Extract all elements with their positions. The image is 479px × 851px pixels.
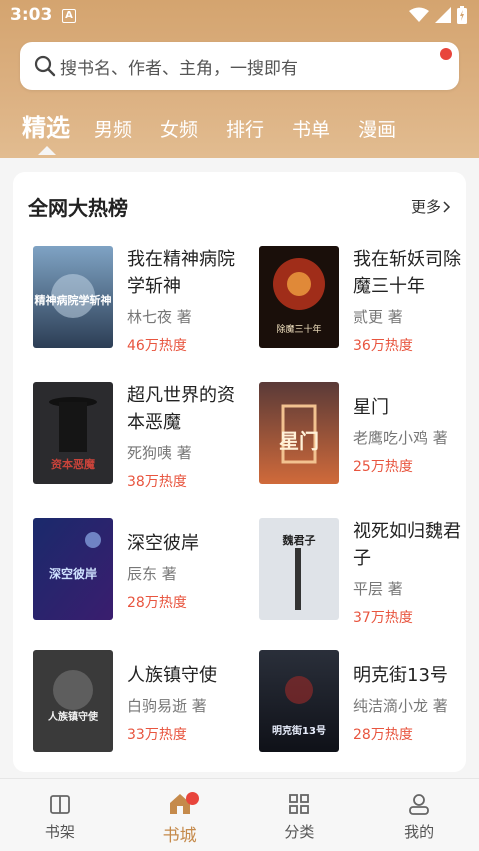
book-author: 老鹰吃小鸡 著: [353, 429, 448, 447]
book-title: 我在精神病院学斩神: [127, 249, 235, 297]
book-author: 纯洁滴小龙 著: [353, 697, 448, 715]
book-author: 林七夜 著: [127, 308, 192, 326]
book-item[interactable]: 精神病院学斩神 我在精神病院学斩神 林七夜 著 46万热度: [33, 246, 248, 356]
more-label: 更多: [410, 198, 441, 216]
grid-icon: [289, 794, 310, 814]
card-title: 全网大热榜: [28, 196, 128, 220]
book-title: 超凡世界的资本恶魔: [127, 385, 235, 433]
book-cover: 资本恶魔: [33, 382, 113, 484]
book-item[interactable]: 除魔三十年 我在斩妖司除魔三十年 贰更 著 36万热度: [259, 246, 474, 356]
book-info: 我在斩妖司除魔三十年 贰更 著 36万热度: [353, 246, 478, 355]
svg-text:除魔三十年: 除魔三十年: [276, 323, 321, 335]
book-author: 死狗咦 著: [127, 444, 192, 462]
book-heat: 28万热度: [353, 727, 413, 743]
search-placeholder: 搜书名、作者、主角，一搜即有: [60, 58, 298, 79]
tab-featured[interactable]: 精选: [22, 108, 70, 143]
book-item[interactable]: 资本恶魔 超凡世界的资本恶魔 死狗咦 著 38万热度: [33, 382, 248, 492]
system-icons: [409, 6, 467, 24]
bottom-navigation: 书架 书城 分类 我的: [0, 778, 479, 851]
nav-bookshelf[interactable]: 书架: [0, 779, 120, 851]
book-info: 人族镇守使 白驹易逝 著 33万热度: [127, 650, 252, 744]
book-author: 白驹易逝 著: [127, 697, 207, 715]
book-heat: 28万热度: [127, 595, 187, 611]
book-title: 明克街13号: [353, 665, 448, 686]
nav-bookstore-label: 书城: [162, 826, 197, 846]
book-info: 视死如归魏君子 平层 著 37万热度: [353, 518, 478, 627]
tab-female[interactable]: 女频: [160, 115, 198, 142]
book-cover: 人族镇守使: [33, 650, 113, 752]
nav-category-label: 分类: [284, 823, 315, 841]
svg-text:星门: 星门: [279, 429, 319, 453]
book-heat: 38万热度: [127, 474, 187, 490]
book-title: 深空彼岸: [127, 533, 199, 554]
book-item[interactable]: 明克街13号 明克街13号 纯洁滴小龙 著 28万热度: [259, 650, 474, 760]
book-info: 星门 老鹰吃小鸡 著 25万热度: [353, 382, 478, 476]
book-heat: 33万热度: [127, 727, 187, 743]
book-item[interactable]: 星门 星门 老鹰吃小鸡 著 25万热度: [259, 382, 474, 492]
book-title: 我在斩妖司除魔三十年: [353, 249, 461, 297]
svg-text:深空彼岸: 深空彼岸: [49, 566, 97, 581]
tab-comics[interactable]: 漫画: [358, 115, 396, 142]
book-info: 深空彼岸 辰东 著 28万热度: [127, 518, 252, 612]
book-cover: 明克街13号: [259, 650, 339, 752]
book-heat: 37万热度: [353, 610, 413, 626]
nav-category[interactable]: 分类: [240, 779, 360, 851]
svg-text:明克街13号: 明克街13号: [272, 724, 326, 737]
book-heat: 25万热度: [353, 459, 413, 475]
book-cover: 除魔三十年: [259, 246, 339, 348]
chevron-right-icon: [443, 200, 451, 213]
notification-a-icon: A: [62, 9, 76, 23]
svg-text:资本恶魔: 资本恶魔: [51, 457, 96, 471]
battery-icon: [457, 6, 467, 24]
svg-text:精神病院学斩神: 精神病院学斩神: [35, 293, 112, 307]
signal-icon: [435, 7, 451, 23]
book-title: 星门: [353, 397, 389, 418]
hot-ranking-card: 全网大热榜 更多 精神病院学斩神 我在精神病院学斩神 林七夜 著 46万热度 除…: [13, 172, 466, 772]
book-item[interactable]: 人族镇守使 人族镇守使 白驹易逝 著 33万热度: [33, 650, 248, 760]
book-item[interactable]: 深空彼岸 深空彼岸 辰东 著 28万热度: [33, 518, 248, 628]
nav-bookshelf-label: 书架: [44, 823, 75, 841]
tab-booklist[interactable]: 书单: [292, 115, 330, 142]
user-icon: [409, 794, 430, 815]
active-tab-indicator: [38, 146, 56, 155]
bookshelf-icon: [49, 795, 70, 814]
book-cover: 深空彼岸: [33, 518, 113, 620]
tab-ranking[interactable]: 排行: [226, 115, 264, 142]
book-cover: 精神病院学斩神: [33, 246, 113, 348]
svg-text:魏君子: 魏君子: [282, 533, 316, 547]
more-link[interactable]: 更多: [411, 196, 451, 217]
book-info: 我在精神病院学斩神 林七夜 著 46万热度: [127, 246, 252, 355]
book-heat: 36万热度: [353, 338, 413, 354]
book-author: 辰东 著: [127, 565, 177, 583]
nav-notification-dot: [185, 792, 199, 805]
nav-profile[interactable]: 我的: [359, 779, 479, 851]
book-author: 平层 著: [353, 580, 403, 598]
book-cover: 魏君子: [259, 518, 339, 620]
book-title: 人族镇守使: [127, 665, 217, 686]
category-tabs: 精选 男频 女频 排行 书单 漫画: [22, 108, 424, 143]
book-title: 视死如归魏君子: [353, 521, 461, 569]
book-cover: 星门: [259, 382, 339, 484]
book-heat: 46万热度: [127, 338, 187, 354]
search-notification-dot: [440, 48, 452, 60]
search-bar[interactable]: 搜书名、作者、主角，一搜即有: [20, 42, 459, 90]
nav-profile-label: 我的: [404, 823, 435, 841]
book-info: 明克街13号 纯洁滴小龙 著 28万热度: [353, 650, 478, 744]
tab-male[interactable]: 男频: [94, 115, 132, 142]
svg-text:人族镇守使: 人族镇守使: [48, 710, 99, 723]
nav-bookstore[interactable]: 书城: [120, 779, 240, 851]
search-icon: [34, 55, 56, 77]
status-bar: 3:03 A: [0, 0, 479, 32]
wifi-icon: [409, 7, 429, 22]
book-item[interactable]: 魏君子 视死如归魏君子 平层 著 37万热度: [259, 518, 474, 628]
card-header: 全网大热榜 更多: [28, 192, 451, 222]
book-info: 超凡世界的资本恶魔 死狗咦 著 38万热度: [127, 382, 252, 491]
book-author: 贰更 著: [353, 308, 403, 326]
status-time: 3:03: [10, 5, 53, 25]
